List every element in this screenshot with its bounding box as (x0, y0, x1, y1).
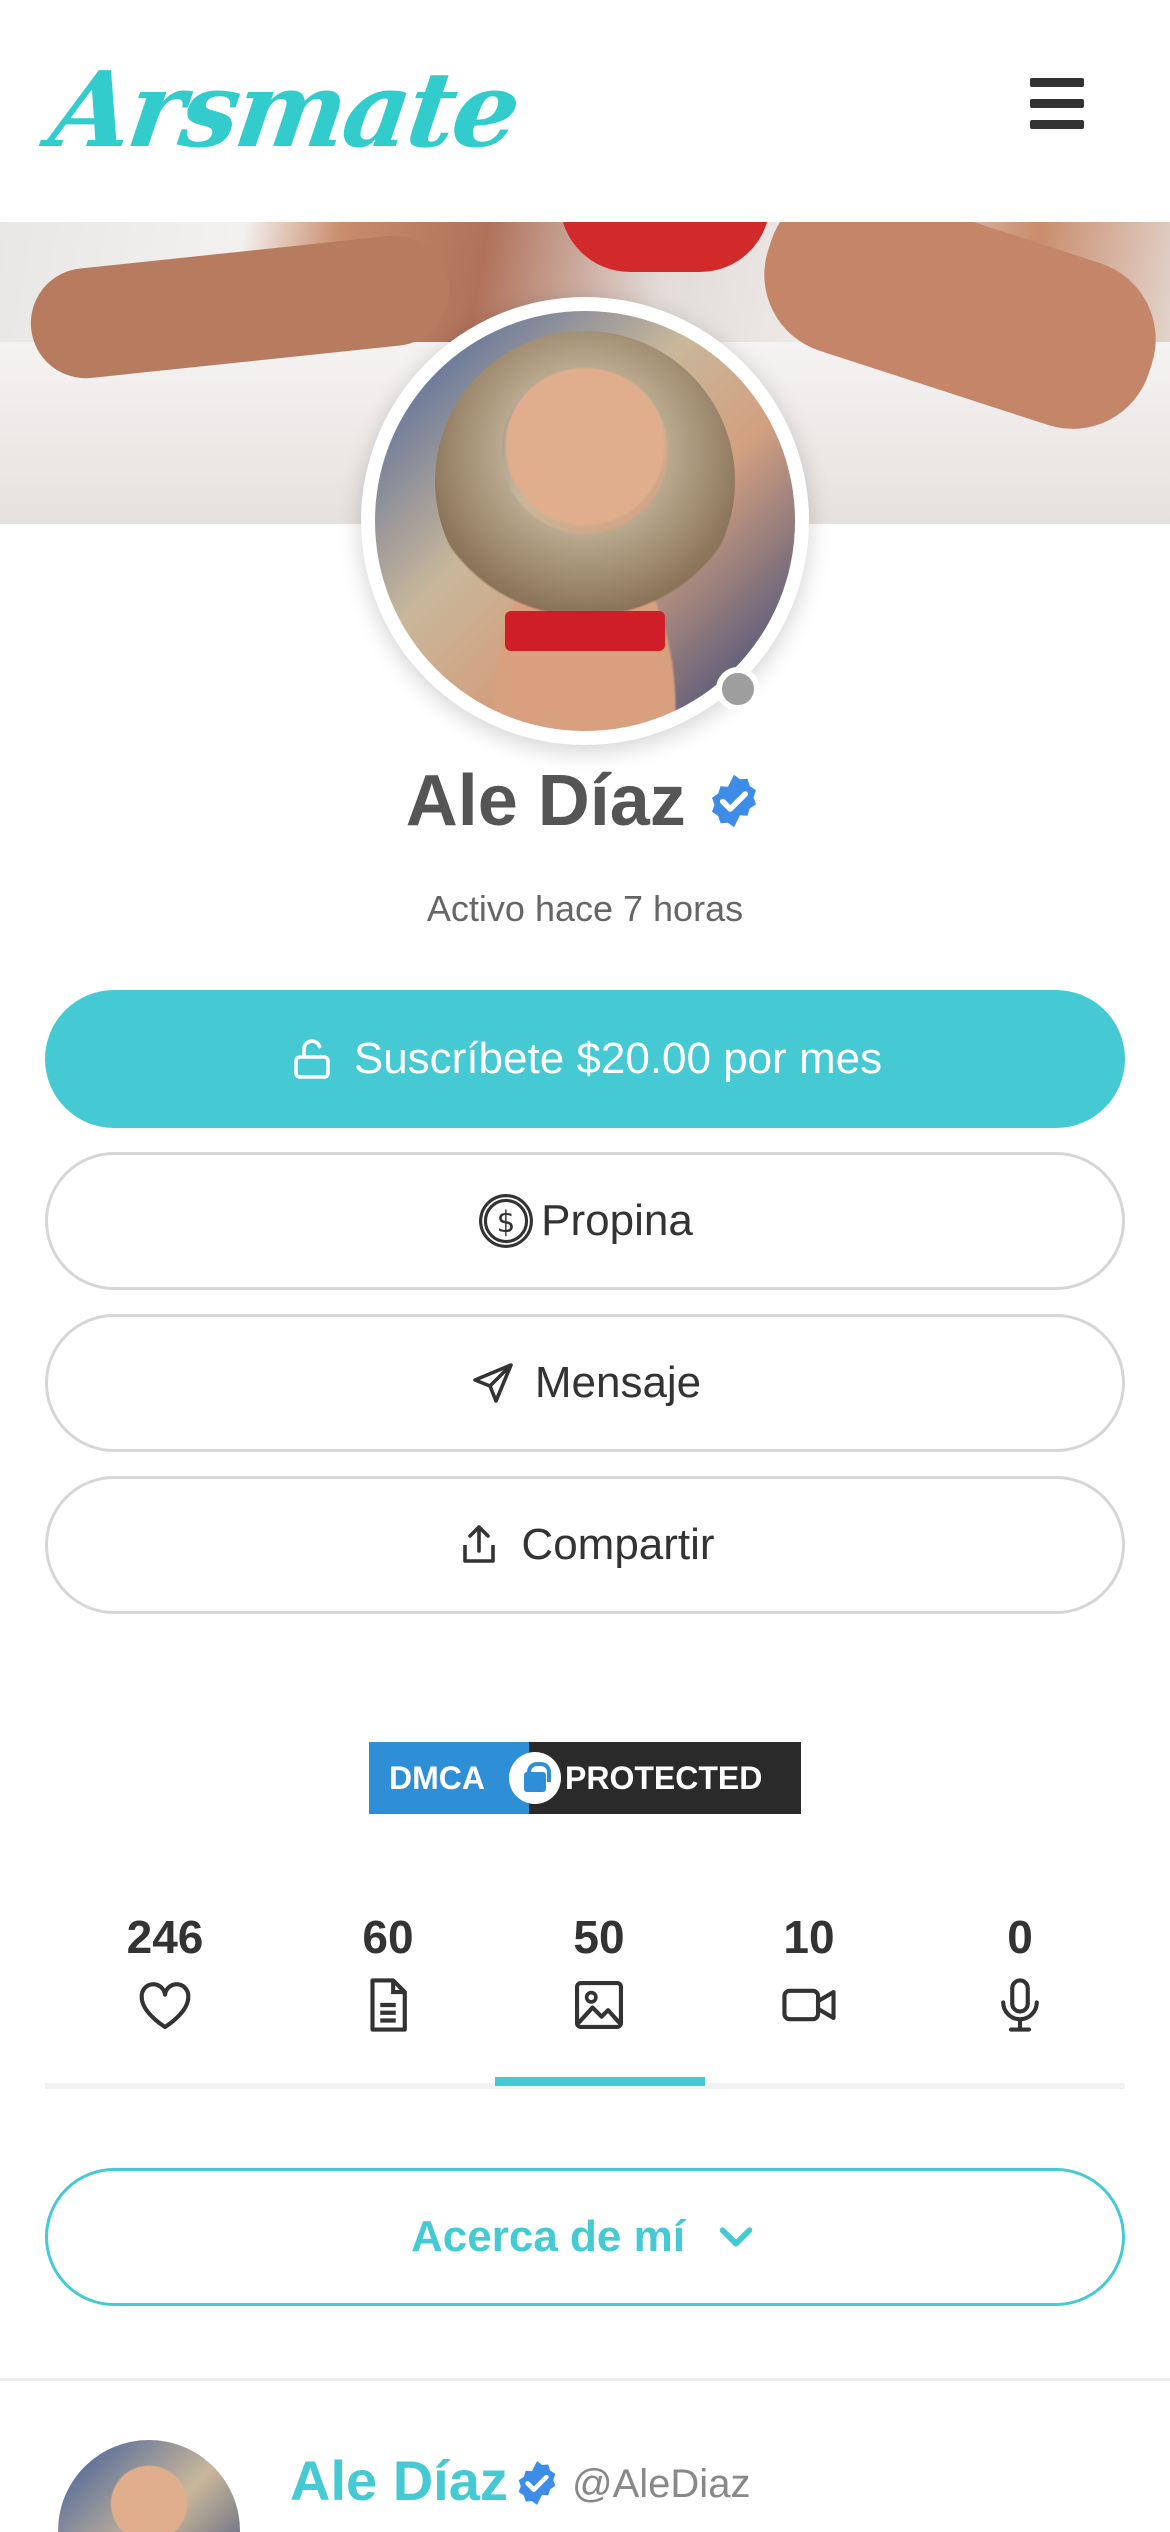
document-icon (370, 1978, 407, 2032)
last-active-text: Activo hace 7 horas (426, 888, 744, 929)
heart-icon (139, 1982, 191, 2030)
send-icon (473, 1363, 513, 1403)
online-status-dot (716, 667, 760, 711)
svg-text:$: $ (497, 1205, 515, 1239)
arsmate-logo[interactable]: Arsmate (43, 48, 525, 171)
profile-name: Ale Díaz (405, 761, 686, 841)
videos-count: 10 (783, 1911, 835, 1963)
tip-label: Propina (541, 1196, 693, 1245)
dmca-label: DMCA (369, 1742, 529, 1814)
chevron-down-icon (719, 2227, 753, 2247)
share-button[interactable]: Compartir (45, 1476, 1125, 1614)
post-author-handle[interactable]: @AleDiaz (572, 2462, 750, 2507)
message-label: Mensaje (534, 1358, 702, 1407)
image-icon (574, 1980, 624, 2030)
post-author-name[interactable]: Ale Díaz (290, 2448, 508, 2513)
share-icon (463, 1525, 496, 1563)
audio-count: 0 (1007, 1911, 1033, 1963)
stat-audio[interactable]: 0 (935, 1910, 1105, 2036)
dollar-coin-icon: $ (479, 1194, 534, 1248)
stat-videos[interactable]: 10 (724, 1910, 894, 2036)
likes-count: 246 (126, 1911, 204, 1963)
dmca-lock-icon (509, 1752, 561, 1804)
subscribe-label: Suscríbete $20.00 por mes (353, 1034, 883, 1083)
stat-images[interactable]: 50 (514, 1910, 684, 2036)
about-me-label: Acerca de mí (411, 2212, 685, 2261)
posts-count: 60 (362, 1911, 414, 1963)
video-icon (782, 1988, 836, 2022)
stat-posts[interactable]: 60 (303, 1910, 473, 2036)
dmca-protected-label: PROTECTED (529, 1742, 801, 1814)
microphone-icon (1001, 1978, 1039, 2032)
images-count: 50 (573, 1911, 625, 1963)
stat-likes[interactable]: 246 (80, 1910, 250, 2036)
post-author-avatar[interactable] (58, 2440, 240, 2532)
verified-badge-icon (712, 774, 757, 828)
about-me-toggle[interactable]: Acerca de mí (45, 2168, 1125, 2306)
verified-badge-icon (518, 2461, 556, 2505)
subscribe-button[interactable]: Suscríbete $20.00 por mes (45, 990, 1125, 1128)
hamburger-menu-icon[interactable] (1022, 78, 1092, 138)
stats-active-indicator (495, 2077, 705, 2086)
message-button[interactable]: Mensaje (45, 1314, 1125, 1452)
dmca-protected-badge[interactable]: DMCA PROTECTED (369, 1742, 801, 1814)
share-label: Compartir (521, 1520, 715, 1569)
profile-name-row: Ale Díaz (0, 760, 1170, 850)
tip-button[interactable]: $ Propina (45, 1152, 1125, 1290)
unlock-icon (294, 1039, 330, 1079)
top-header: Arsmate (0, 0, 1170, 222)
section-divider (0, 2378, 1170, 2381)
